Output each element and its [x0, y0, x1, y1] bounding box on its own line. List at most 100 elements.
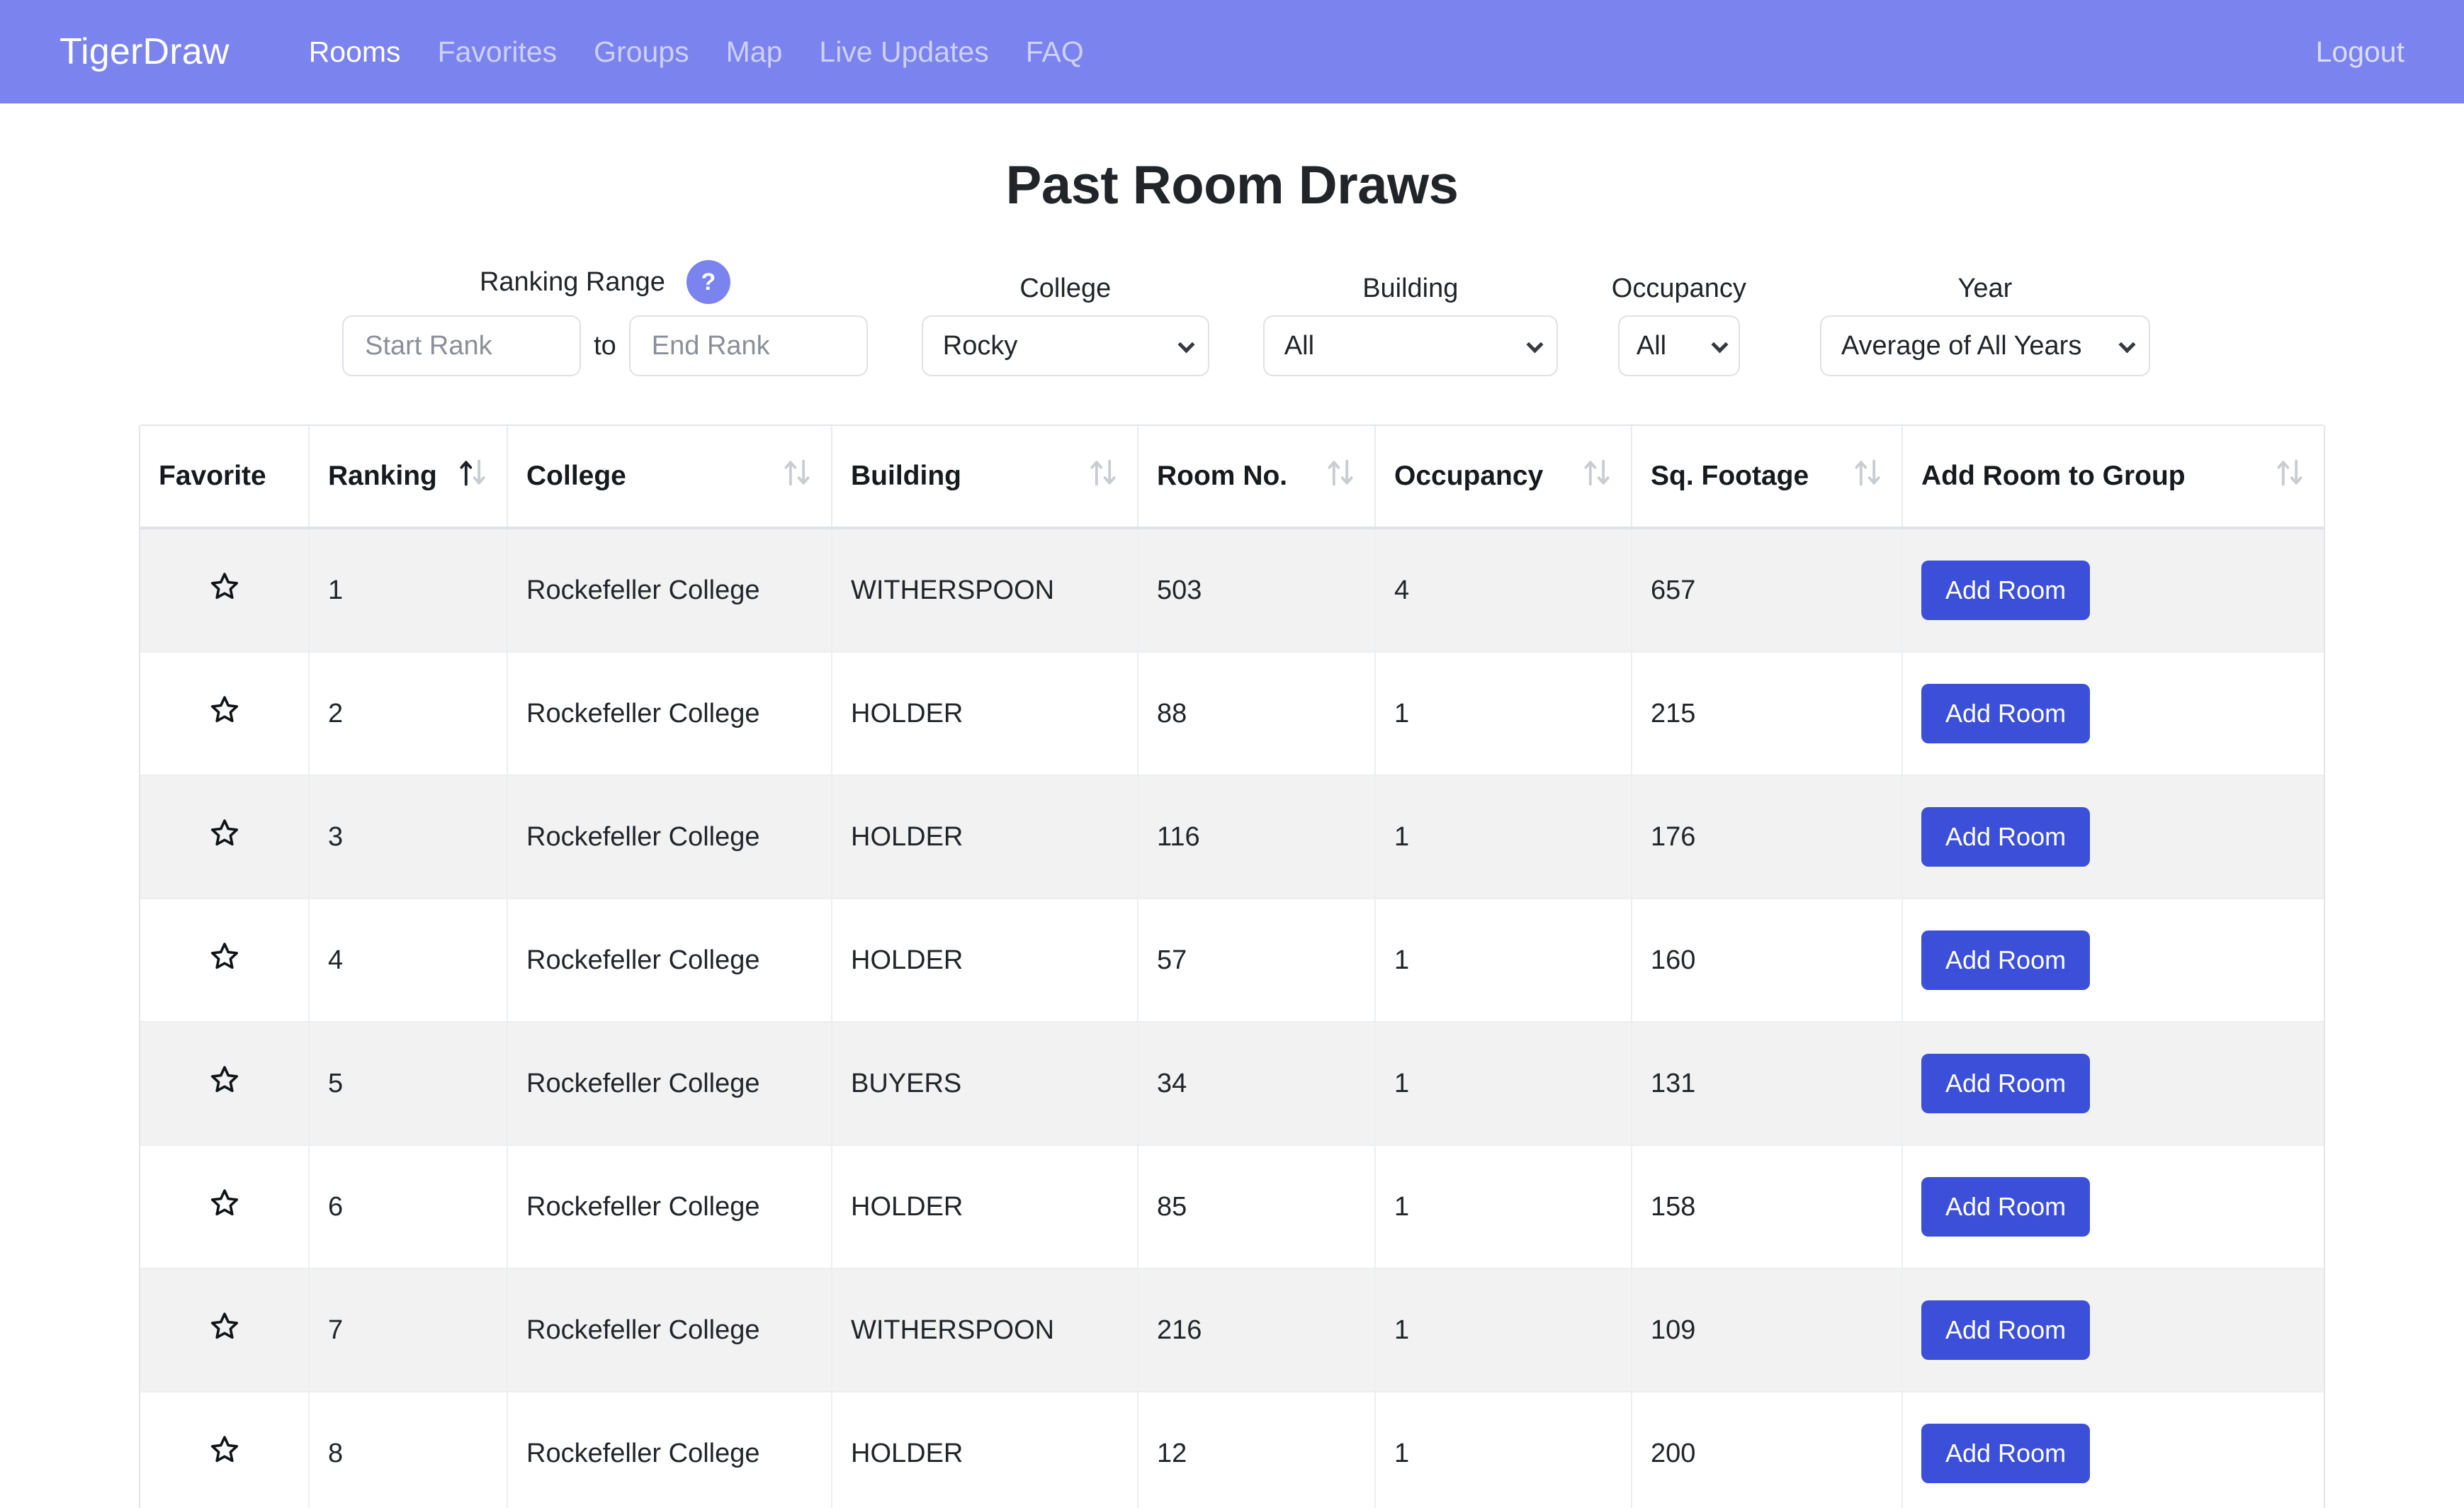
sq-footage-cell: 109 — [1632, 1268, 1902, 1392]
brand-logo[interactable]: TigerDraw — [60, 30, 230, 73]
add-room-cell: Add Room — [1902, 1145, 2324, 1268]
favorite-cell — [140, 899, 309, 1022]
ranking-cell: 4 — [309, 899, 507, 1022]
star-outline-icon[interactable] — [208, 694, 241, 726]
occupancy-select-wrap: All — [1618, 315, 1740, 376]
ranking-range-inputs: to — [342, 315, 868, 376]
end-rank-input[interactable] — [629, 315, 868, 376]
column-header-college[interactable]: College — [507, 426, 832, 528]
table-row: 5Rockefeller CollegeBUYERS341131Add Room — [140, 1022, 2324, 1145]
favorite-cell — [140, 1268, 309, 1392]
add-room-button[interactable]: Add Room — [1921, 930, 2090, 990]
building-filter: Building All — [1263, 274, 1558, 376]
star-outline-icon[interactable] — [208, 1064, 241, 1096]
favorite-cell — [140, 1022, 309, 1145]
building-cell: HOLDER — [832, 652, 1138, 775]
column-label-favorite: Favorite — [159, 461, 266, 492]
nav-link-rooms[interactable]: Rooms — [309, 35, 401, 69]
add-room-cell: Add Room — [1902, 528, 2324, 652]
star-outline-icon[interactable] — [208, 1434, 241, 1466]
sort-updown-icon-sq-footage[interactable] — [1852, 457, 1883, 495]
year-select[interactable]: Average of All Years — [1820, 315, 2150, 376]
table-row: 7Rockefeller CollegeWITHERSPOON2161109Ad… — [140, 1268, 2324, 1392]
column-label-sq-footage: Sq. Footage — [1651, 461, 1809, 492]
column-header-sq-footage[interactable]: Sq. Footage — [1632, 426, 1902, 528]
add-room-cell: Add Room — [1902, 775, 2324, 899]
column-label-room-no: Room No. — [1157, 461, 1287, 492]
college-cell: Rockefeller College — [507, 1145, 832, 1268]
add-room-cell: Add Room — [1902, 1268, 2324, 1392]
room-draws-table-container: Favorite Ranking College — [139, 424, 2325, 1508]
add-room-button[interactable]: Add Room — [1921, 1054, 2090, 1113]
column-label-add-room-to-group: Add Room to Group — [1921, 461, 2186, 492]
star-outline-icon[interactable] — [208, 570, 241, 603]
table-header-row: Favorite Ranking College — [140, 426, 2324, 528]
building-cell: BUYERS — [832, 1022, 1138, 1145]
column-label-building: Building — [851, 461, 961, 492]
star-outline-icon[interactable] — [208, 940, 241, 973]
room-no-cell: 57 — [1138, 899, 1375, 1022]
sort-updown-icon-ranking[interactable] — [457, 457, 488, 495]
add-room-button[interactable]: Add Room — [1921, 1300, 2090, 1360]
favorite-cell — [140, 775, 309, 899]
start-rank-input[interactable] — [342, 315, 581, 376]
nav-links: Rooms Favorites Groups Map Live Updates … — [309, 35, 1084, 69]
college-cell: Rockefeller College — [507, 1392, 832, 1508]
column-header-occupancy[interactable]: Occupancy — [1375, 426, 1632, 528]
sort-updown-icon-building[interactable] — [1087, 457, 1119, 495]
college-cell: Rockefeller College — [507, 899, 832, 1022]
column-label-ranking: Ranking — [328, 461, 437, 492]
sort-updown-icon-add-room[interactable] — [2274, 457, 2305, 495]
nav-link-live-updates[interactable]: Live Updates — [819, 35, 988, 69]
add-room-button[interactable]: Add Room — [1921, 684, 2090, 743]
star-outline-icon[interactable] — [208, 1187, 241, 1220]
add-room-cell: Add Room — [1902, 652, 2324, 775]
ranking-cell: 8 — [309, 1392, 507, 1508]
logout-button[interactable]: Logout — [2316, 35, 2404, 69]
add-room-button[interactable]: Add Room — [1921, 1424, 2090, 1483]
college-cell: Rockefeller College — [507, 1022, 832, 1145]
table-row: 1Rockefeller CollegeWITHERSPOON5034657Ad… — [140, 528, 2324, 652]
table-row: 3Rockefeller CollegeHOLDER1161176Add Roo… — [140, 775, 2324, 899]
sq-footage-cell: 158 — [1632, 1145, 1902, 1268]
building-cell: HOLDER — [832, 1392, 1138, 1508]
sort-updown-icon-college[interactable] — [781, 457, 813, 495]
room-no-cell: 503 — [1138, 528, 1375, 652]
add-room-button[interactable]: Add Room — [1921, 1177, 2090, 1237]
nav-link-favorites[interactable]: Favorites — [438, 35, 558, 69]
nav-link-groups[interactable]: Groups — [594, 35, 689, 69]
add-room-button[interactable]: Add Room — [1921, 561, 2090, 620]
help-icon[interactable]: ? — [686, 260, 730, 304]
page-title: Past Room Draws — [0, 154, 2464, 216]
column-label-college: College — [526, 461, 626, 492]
room-no-cell: 216 — [1138, 1268, 1375, 1392]
room-no-cell: 34 — [1138, 1022, 1375, 1145]
college-cell: Rockefeller College — [507, 775, 832, 899]
favorite-cell — [140, 652, 309, 775]
top-navbar: TigerDraw Rooms Favorites Groups Map Liv… — [0, 0, 2464, 103]
add-room-button[interactable]: Add Room — [1921, 807, 2090, 867]
favorite-cell — [140, 1145, 309, 1268]
building-cell: WITHERSPOON — [832, 1268, 1138, 1392]
column-header-building[interactable]: Building — [832, 426, 1138, 528]
star-outline-icon[interactable] — [208, 1310, 241, 1343]
sq-footage-cell: 215 — [1632, 652, 1902, 775]
table-row: 8Rockefeller CollegeHOLDER121200Add Room — [140, 1392, 2324, 1508]
filter-bar: Ranking Range ? to College Rocky Buildin… — [0, 260, 2464, 376]
table-body: 1Rockefeller CollegeWITHERSPOON5034657Ad… — [140, 528, 2324, 1508]
room-no-cell: 116 — [1138, 775, 1375, 899]
college-select[interactable]: Rocky — [922, 315, 1209, 376]
building-select[interactable]: All — [1263, 315, 1558, 376]
sort-updown-icon-room-no[interactable] — [1325, 457, 1356, 495]
column-header-room-no[interactable]: Room No. — [1138, 426, 1375, 528]
nav-link-map[interactable]: Map — [726, 35, 783, 69]
sort-updown-icon-occupancy[interactable] — [1581, 457, 1612, 495]
building-filter-label: Building — [1362, 274, 1458, 304]
column-header-ranking[interactable]: Ranking — [309, 426, 507, 528]
ranking-cell: 2 — [309, 652, 507, 775]
nav-link-faq[interactable]: FAQ — [1026, 35, 1084, 69]
star-outline-icon[interactable] — [208, 817, 241, 850]
year-filter-label: Year — [1958, 274, 2013, 304]
favorite-cell — [140, 528, 309, 652]
column-header-add-room-to-group[interactable]: Add Room to Group — [1902, 426, 2324, 528]
